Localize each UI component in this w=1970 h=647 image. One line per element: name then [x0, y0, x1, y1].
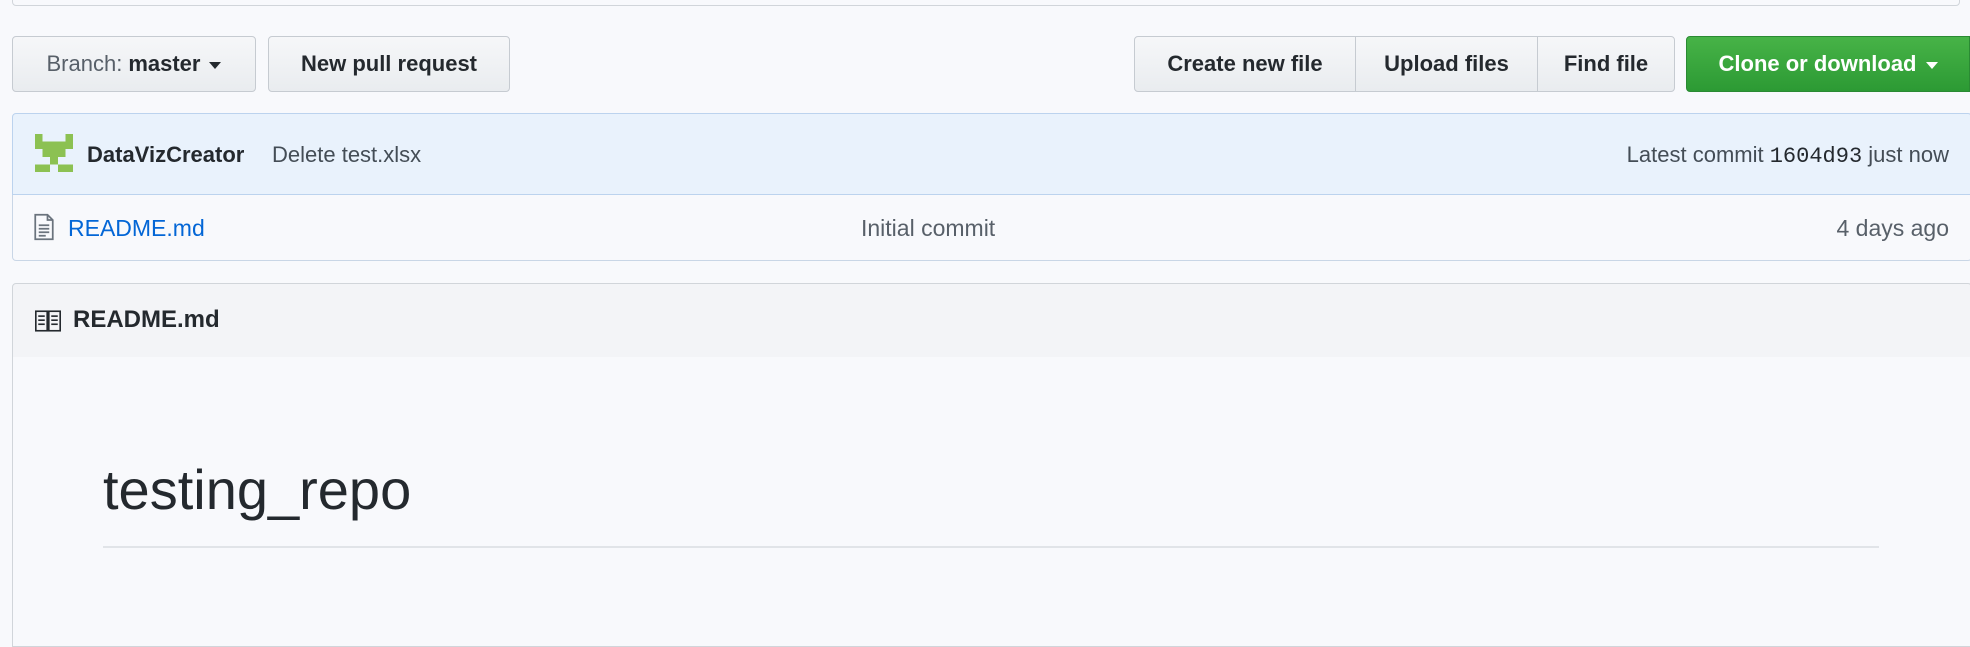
clone-or-download-label: Clone or download [1718, 51, 1917, 76]
commit-time: just now [1868, 142, 1949, 167]
caret-down-icon [209, 61, 222, 69]
latest-commit-label: Latest commit [1626, 142, 1764, 167]
create-new-file-button[interactable]: Create new file [1134, 36, 1356, 92]
new-pull-request-button[interactable]: New pull request [268, 36, 510, 92]
file-commit-message-link[interactable]: Initial commit [861, 215, 995, 242]
file-name-link[interactable]: README.md [68, 215, 205, 242]
file-row: README.md Initial commit 4 days ago [12, 195, 1970, 261]
book-icon [35, 310, 61, 332]
readme-header-title: README.md [73, 306, 220, 333]
avatar[interactable] [35, 134, 73, 172]
readme-heading: testing_repo [103, 458, 412, 521]
file-age: 4 days ago [1836, 215, 1949, 241]
file-text-icon [34, 213, 54, 241]
commit-meta: Latest commit 1604d93 just now [1627, 142, 1949, 169]
previous-panel-edge [12, 0, 1960, 6]
find-file-button[interactable]: Find file [1537, 36, 1675, 92]
commit-sha-link[interactable]: 1604d93 [1770, 144, 1862, 169]
upload-files-button[interactable]: Upload files [1355, 36, 1538, 92]
branch-label: Branch: [46, 51, 123, 76]
heading-divider [103, 546, 1879, 548]
caret-down-icon [1925, 61, 1938, 69]
branch-select-button[interactable]: Branch: master [12, 36, 256, 92]
commit-author-link[interactable]: DataVizCreator [87, 142, 244, 168]
readme-body: testing_repo [12, 357, 1970, 647]
branch-value: master [128, 51, 201, 76]
latest-commit-bar: DataVizCreator Delete test.xlsx Latest c… [12, 113, 1970, 195]
readme-header: README.md [12, 283, 1970, 358]
commit-message-link[interactable]: Delete test.xlsx [272, 142, 421, 168]
clone-or-download-button[interactable]: Clone or download [1686, 36, 1970, 92]
